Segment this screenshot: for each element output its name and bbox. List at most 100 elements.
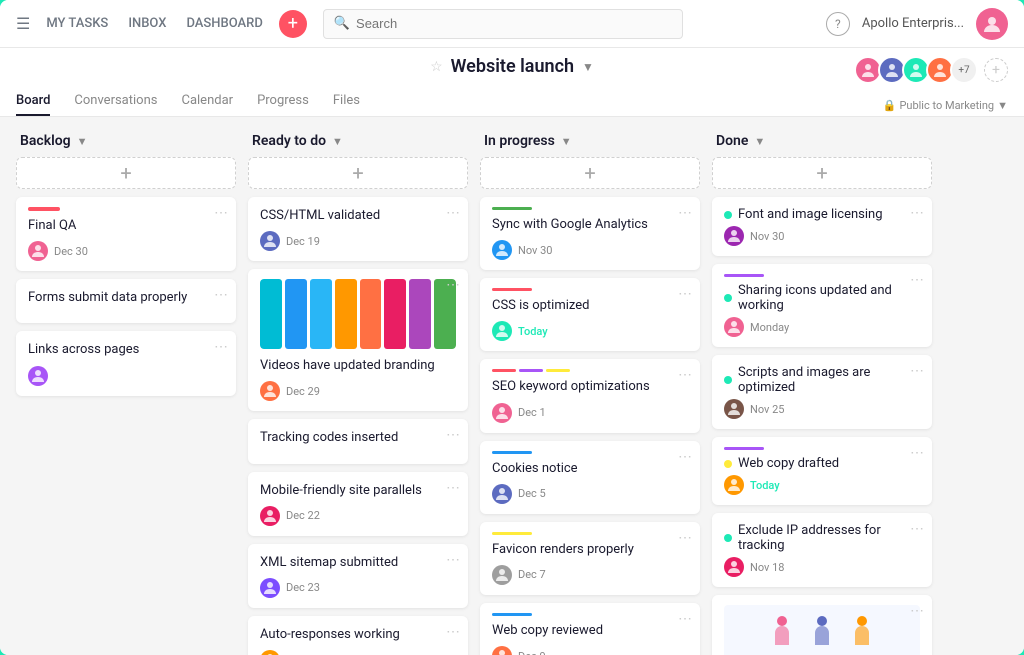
card-meta: Dec 29 [260, 381, 456, 401]
card-more-icon[interactable]: ⋯ [678, 205, 692, 221]
card-title: Links across pages [28, 341, 224, 359]
card-last-done[interactable]: ⋯ [712, 595, 932, 655]
card-meta: Nov 18 [724, 557, 920, 577]
add-card-in-progress-button[interactable]: + [480, 157, 700, 189]
card-more-icon[interactable]: ⋯ [446, 427, 460, 443]
card-favicon[interactable]: Favicon renders properly Dec 7 ⋯ [480, 522, 700, 595]
dashboard-link[interactable]: DASHBOARD [186, 16, 262, 31]
card-web-copy-drafted[interactable]: Web copy drafted Today ⋯ [712, 437, 932, 505]
card-videos[interactable]: Videos have updated branding Dec 29 ⋯ [248, 269, 468, 411]
card-avatar [724, 557, 744, 577]
search-input[interactable] [356, 16, 672, 31]
card-avatar [724, 226, 744, 246]
card-date: Nov 18 [750, 561, 784, 574]
card-avatar [260, 578, 280, 598]
card-scripts-images[interactable]: Scripts and images are optimized Nov 25 … [712, 355, 932, 429]
card-title: CSS is optimized [492, 297, 688, 315]
card-more-icon[interactable]: ⋯ [446, 205, 460, 221]
card-date: Nov 25 [750, 403, 784, 416]
card-title: Auto-responses working [260, 626, 456, 644]
add-member-button[interactable]: + [984, 58, 1008, 82]
card-more-icon[interactable]: ⋯ [446, 624, 460, 640]
help-icon[interactable]: ? [826, 12, 850, 36]
card-auto-responses[interactable]: Auto-responses working Dec 28 ⋯ [248, 616, 468, 655]
card-date: Nov 30 [518, 244, 552, 257]
hamburger-icon[interactable]: ☰ [16, 14, 30, 33]
card-more-icon[interactable]: ⋯ [678, 530, 692, 546]
card-meta: Dec 19 [260, 231, 456, 251]
card-cookies[interactable]: Cookies notice Dec 5 ⋯ [480, 441, 700, 514]
board-area: Backlog ▼ + Final QA Dec 30 ⋯ Forms subm… [0, 117, 1024, 655]
card-mobile[interactable]: Mobile-friendly site parallels Dec 22 ⋯ [248, 472, 468, 536]
card-progress-bar [492, 613, 532, 616]
card-more-icon[interactable]: ⋯ [678, 449, 692, 465]
card-title: Cookies notice [492, 460, 688, 478]
card-title: Web copy reviewed [492, 622, 688, 640]
card-more-icon[interactable]: ⋯ [910, 521, 924, 537]
tab-conversations[interactable]: Conversations [74, 87, 157, 116]
star-icon[interactable]: ☆ [430, 59, 443, 75]
card-sharing-icons[interactable]: Sharing icons updated and working Monday… [712, 264, 932, 347]
ready-chevron-icon[interactable]: ▼ [332, 135, 343, 148]
card-more-icon[interactable]: ⋯ [446, 277, 460, 293]
card-seo[interactable]: SEO keyword optimizations Dec 1 ⋯ [480, 359, 700, 432]
card-css-optimized[interactable]: CSS is optimized Today ⋯ [480, 278, 700, 351]
add-button[interactable]: + [279, 10, 307, 38]
card-avatar [492, 240, 512, 260]
card-more-icon[interactable]: ⋯ [910, 272, 924, 288]
card-avatar [724, 317, 744, 337]
card-meta: Dec 5 [492, 484, 688, 504]
card-web-copy-reviewed[interactable]: Web copy reviewed Dec 9 ⋯ [480, 603, 700, 655]
tab-files[interactable]: Files [333, 87, 360, 116]
card-progress-bar [724, 447, 764, 450]
tab-calendar[interactable]: Calendar [181, 87, 233, 116]
card-title-inline: Exclude IP addresses for tracking [738, 523, 920, 553]
card-more-icon[interactable]: ⋯ [214, 287, 228, 303]
card-sync-analytics[interactable]: Sync with Google Analytics Nov 30 ⋯ [480, 197, 700, 270]
add-card-backlog-button[interactable]: + [16, 157, 236, 189]
card-font-licensing[interactable]: Font and image licensing Nov 30 ⋯ [712, 197, 932, 256]
project-chevron-icon[interactable]: ▼ [582, 60, 594, 74]
user-avatar[interactable] [976, 8, 1008, 40]
user-name: Apollo Enterpris... [862, 16, 964, 31]
card-final-qa[interactable]: Final QA Dec 30 ⋯ [16, 197, 236, 271]
status-dot [724, 534, 732, 542]
card-avatar [260, 231, 280, 251]
card-forms[interactable]: Forms submit data properly ⋯ [16, 279, 236, 323]
card-more-icon[interactable]: ⋯ [678, 286, 692, 302]
add-card-done-button[interactable]: + [712, 157, 932, 189]
card-more-icon[interactable]: ⋯ [910, 445, 924, 461]
card-meta: Dec 7 [492, 565, 688, 585]
card-links[interactable]: Links across pages ⋯ [16, 331, 236, 395]
project-title-row: ☆ Website launch ▼ +7 + [16, 56, 1008, 83]
card-css-html[interactable]: CSS/HTML validated Dec 19 ⋯ [248, 197, 468, 261]
project-tabs: Board Conversations Calendar Progress Fi… [16, 83, 360, 116]
tab-progress[interactable]: Progress [257, 87, 309, 116]
card-date: Dec 23 [286, 581, 320, 594]
search-icon: 🔍 [334, 16, 350, 31]
card-more-icon[interactable]: ⋯ [214, 339, 228, 355]
card-tracking[interactable]: Tracking codes inserted ⋯ [248, 419, 468, 463]
card-more-icon[interactable]: ⋯ [910, 603, 924, 619]
card-more-icon[interactable]: ⋯ [678, 367, 692, 383]
backlog-chevron-icon[interactable]: ▼ [77, 135, 88, 148]
inbox-link[interactable]: INBOX [128, 16, 166, 31]
card-more-icon[interactable]: ⋯ [446, 552, 460, 568]
in-progress-chevron-icon[interactable]: ▼ [561, 135, 572, 148]
card-title: Tracking codes inserted [260, 429, 456, 447]
card-exclude-ip[interactable]: Exclude IP addresses for tracking Nov 18… [712, 513, 932, 587]
card-more-icon[interactable]: ⋯ [446, 480, 460, 496]
add-card-ready-button[interactable]: + [248, 157, 468, 189]
card-meta: Dec 22 [260, 506, 456, 526]
card-more-icon[interactable]: ⋯ [910, 205, 924, 221]
card-more-icon[interactable]: ⋯ [678, 611, 692, 627]
status-dot [724, 294, 732, 302]
done-chevron-icon[interactable]: ▼ [754, 135, 765, 148]
tab-board[interactable]: Board [16, 87, 50, 116]
figure-icon-3 [848, 613, 876, 653]
my-tasks-link[interactable]: MY TASKS [46, 16, 108, 31]
card-more-icon[interactable]: ⋯ [910, 363, 924, 379]
card-xml[interactable]: XML sitemap submitted Dec 23 ⋯ [248, 544, 468, 608]
card-more-icon[interactable]: ⋯ [214, 205, 228, 221]
card-progress-bar [492, 288, 532, 291]
